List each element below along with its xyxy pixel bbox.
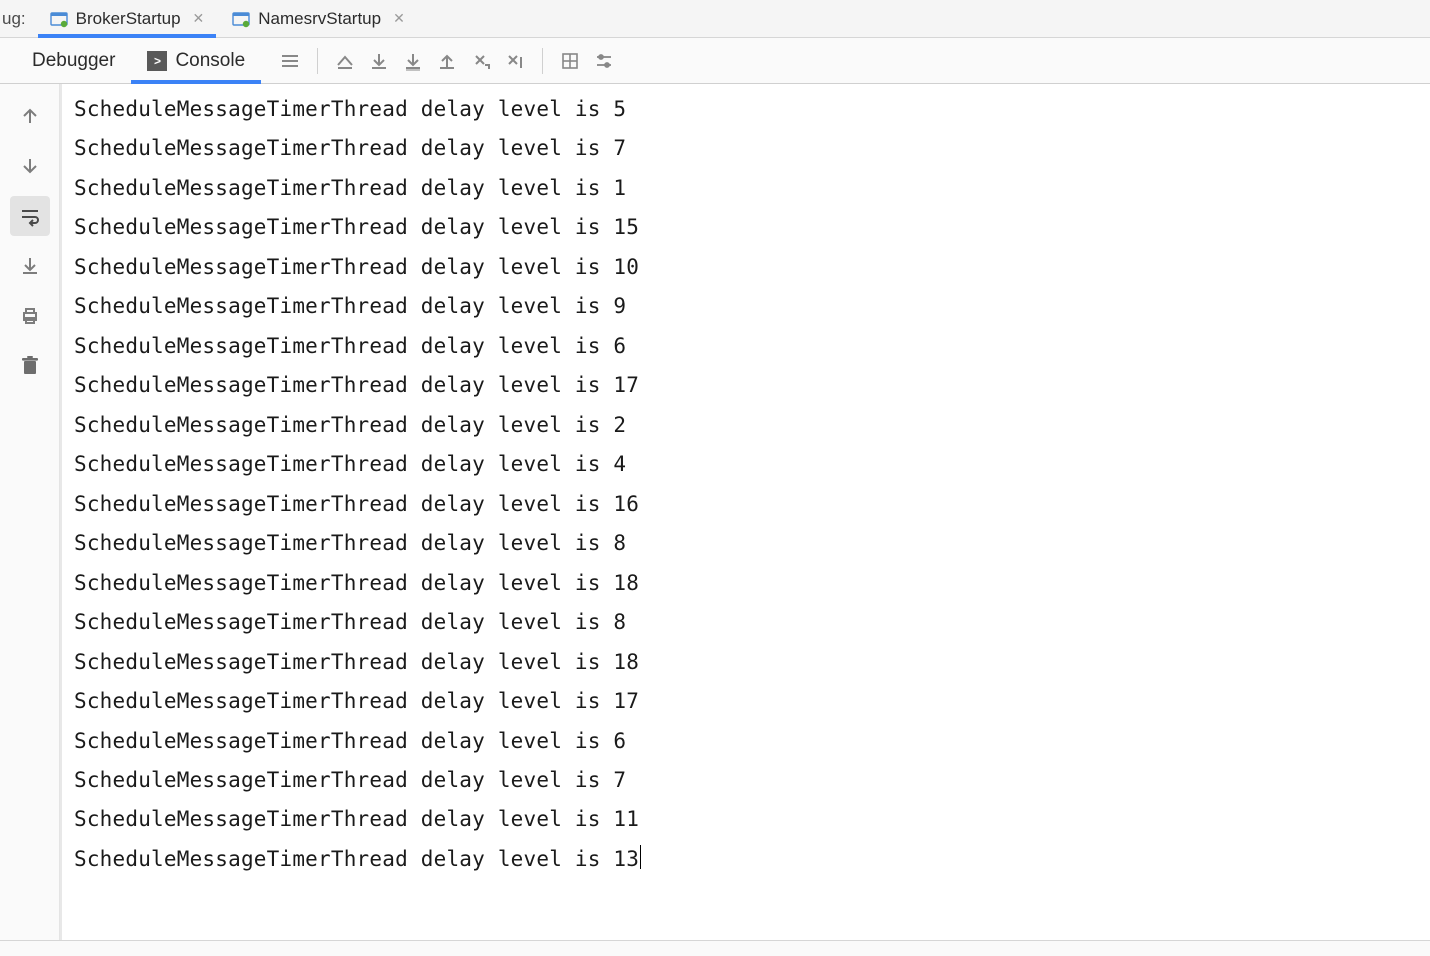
download-all-icon[interactable]	[396, 44, 430, 78]
console-line: ScheduleMessageTimerThread delay level i…	[74, 761, 1424, 800]
console-line: ScheduleMessageTimerThread delay level i…	[74, 840, 1424, 879]
up-arrow-icon[interactable]	[10, 96, 50, 136]
application-icon	[50, 10, 68, 28]
down-arrow-icon[interactable]	[10, 146, 50, 186]
console-line: ScheduleMessageTimerThread delay level i…	[74, 603, 1424, 642]
run-config-tabbar: ug: BrokerStartup ✕ NamesrvStartup	[0, 0, 1430, 38]
console-line: ScheduleMessageTimerThread delay level i…	[74, 90, 1424, 129]
rerun-icon[interactable]	[328, 44, 362, 78]
console-line: ScheduleMessageTimerThread delay level i…	[74, 366, 1424, 405]
tab-console[interactable]: > Console	[131, 38, 261, 83]
console-line: ScheduleMessageTimerThread delay level i…	[74, 406, 1424, 445]
console-gutter	[0, 84, 60, 940]
tab-label: Debugger	[32, 50, 115, 72]
console-line: ScheduleMessageTimerThread delay level i…	[74, 287, 1424, 326]
console-line: ScheduleMessageTimerThread delay level i…	[74, 722, 1424, 761]
status-bar	[0, 940, 1430, 956]
console-line: ScheduleMessageTimerThread delay level i…	[74, 682, 1424, 721]
console-line: ScheduleMessageTimerThread delay level i…	[74, 208, 1424, 247]
console-line: ScheduleMessageTimerThread delay level i…	[74, 169, 1424, 208]
terminal-icon: >	[147, 51, 167, 71]
console-line: ScheduleMessageTimerThread delay level i…	[74, 485, 1424, 524]
grid-icon[interactable]	[553, 44, 587, 78]
console-output[interactable]: ScheduleMessageTimerThread delay level i…	[60, 84, 1430, 940]
text-caret	[640, 845, 641, 869]
run-config-label: ug:	[0, 9, 34, 29]
run-tab-brokerstartup[interactable]: BrokerStartup ✕	[38, 0, 217, 37]
tab-debugger[interactable]: Debugger	[16, 38, 131, 83]
settings-sliders-icon[interactable]	[587, 44, 621, 78]
console-line: ScheduleMessageTimerThread delay level i…	[74, 564, 1424, 603]
application-icon	[232, 10, 250, 28]
separator	[542, 48, 543, 74]
console-line: ScheduleMessageTimerThread delay level i…	[74, 248, 1424, 287]
console-line: ScheduleMessageTimerThread delay level i…	[74, 327, 1424, 366]
scroll-to-end-icon[interactable]	[10, 246, 50, 286]
console-line: ScheduleMessageTimerThread delay level i…	[74, 524, 1424, 563]
console-line: ScheduleMessageTimerThread delay level i…	[74, 800, 1424, 839]
run-tab-label: BrokerStartup	[76, 9, 181, 29]
layout-settings-icon[interactable]	[273, 44, 307, 78]
upload-icon[interactable]	[430, 44, 464, 78]
trash-icon[interactable]	[10, 346, 50, 386]
insert-caret-icon[interactable]	[498, 44, 532, 78]
tab-label: Console	[175, 50, 245, 72]
console-line: ScheduleMessageTimerThread delay level i…	[74, 445, 1424, 484]
print-icon[interactable]	[10, 296, 50, 336]
console-line: ScheduleMessageTimerThread delay level i…	[74, 643, 1424, 682]
debug-subtab-row: Debugger > Console	[0, 38, 1430, 84]
run-tab-namesrvstartup[interactable]: NamesrvStartup ✕	[220, 0, 417, 37]
console-line: ScheduleMessageTimerThread delay level i…	[74, 129, 1424, 168]
separator	[317, 48, 318, 74]
soft-wrap-icon[interactable]	[10, 196, 50, 236]
download-icon[interactable]	[362, 44, 396, 78]
cancel-icon[interactable]	[464, 44, 498, 78]
close-icon[interactable]: ✕	[389, 10, 405, 27]
close-icon[interactable]: ✕	[189, 10, 205, 27]
run-tab-label: NamesrvStartup	[258, 9, 381, 29]
